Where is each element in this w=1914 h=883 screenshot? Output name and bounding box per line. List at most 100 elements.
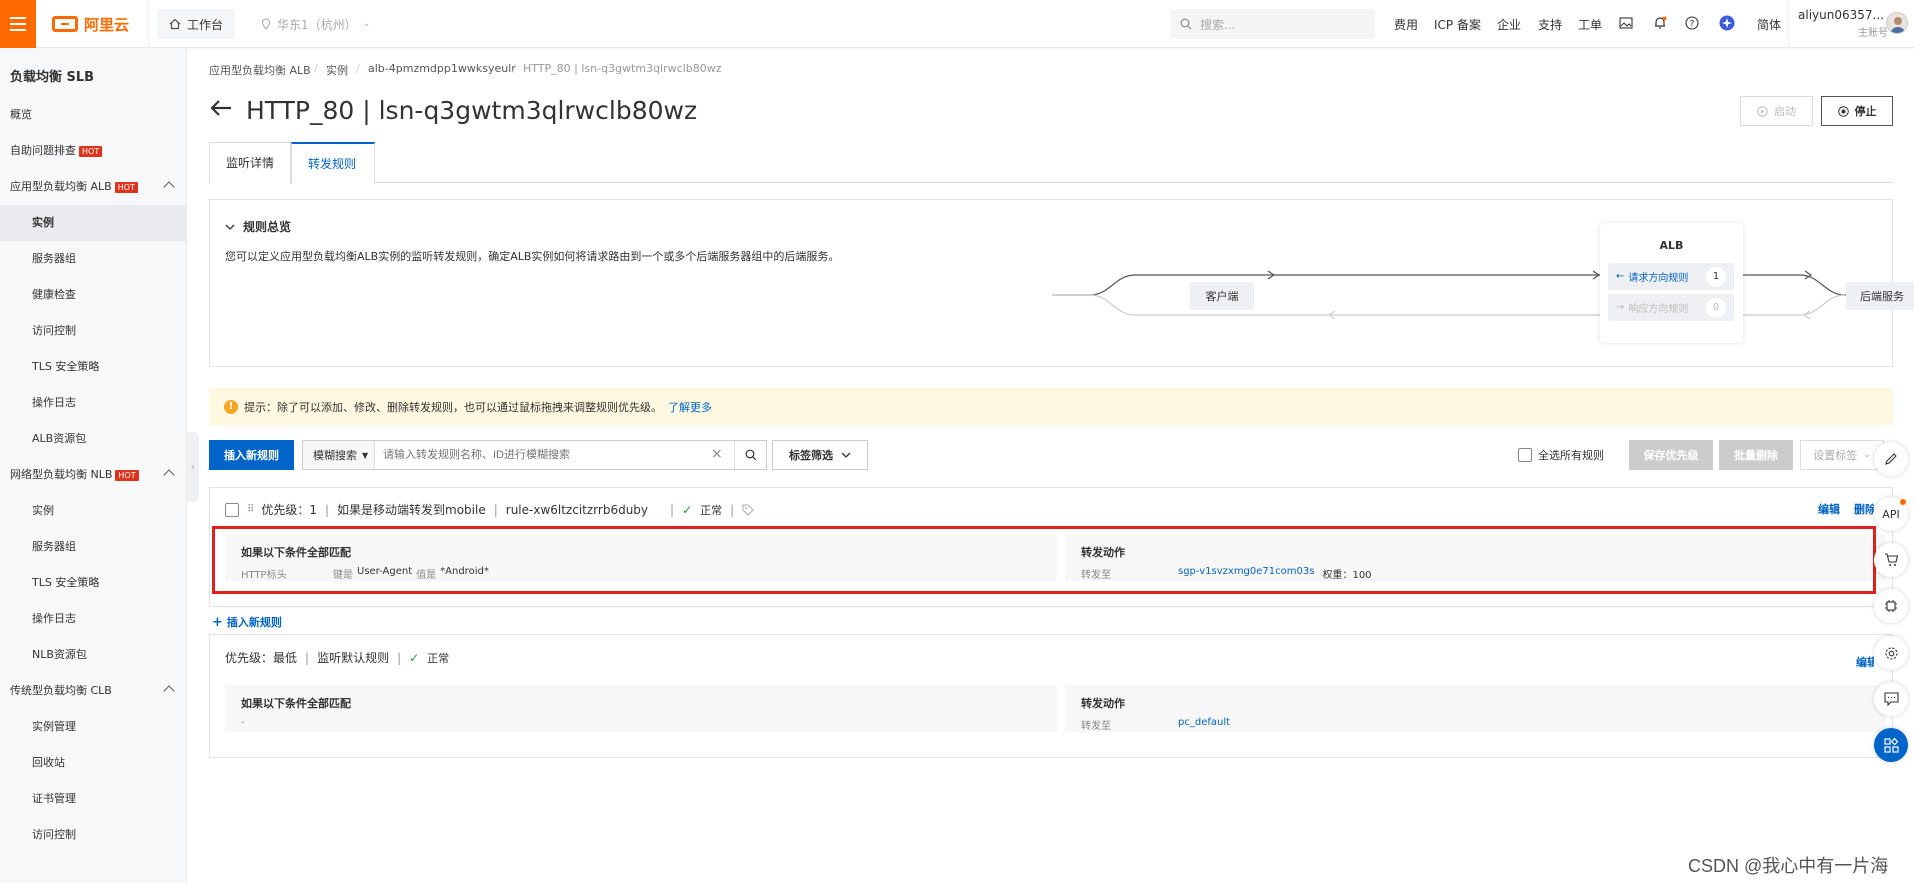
sidebar-item-self-diagnosis[interactable]: 自助问题排查 HOT [0,133,187,169]
stop-button[interactable]: 停止 [1821,96,1893,126]
search-mode-select[interactable]: 模糊搜索 ▼ [303,441,375,469]
menu-button[interactable] [0,0,36,48]
sidebar-item-overview[interactable]: 概览 [0,97,187,133]
learn-more-link[interactable]: 了解更多 [668,399,712,415]
sidebar-item-nlb-package[interactable]: NLB资源包 [0,637,187,673]
insert-rule-label: 插入新规则 [224,449,279,462]
sidebar-item-nlb-server-groups[interactable]: 服务器组 [0,529,187,565]
breadcrumb-separator: / [356,62,360,75]
global-search[interactable]: 搜索... [1170,9,1375,39]
apps-icon[interactable] [1874,728,1908,762]
action-label: 转发至 [1081,721,1111,732]
select-all-rules[interactable]: 全选所有规则 [1518,447,1604,463]
hot-badge: HOT [79,145,103,157]
default-rule-edit-link[interactable]: 编辑 [1856,654,1874,670]
rule-action: 转发动作 转发至 sgp-v1svzxmg0e71com03s 权重：100 [1065,534,1885,581]
rule-priority: 优先级：1 [261,503,317,517]
help-icon[interactable]: ? [1683,14,1701,32]
location-icon [261,18,271,30]
rule-checkbox[interactable] [225,502,239,517]
top-bar: 阿里云 工作台 华东1（杭州） ⌄ 搜索... 费用 ICP 备案 企业 支持 … [0,0,1914,48]
sidebar-item-label: 操作日志 [32,612,76,625]
sidebar-collapse-handle[interactable]: ‹ [187,432,199,502]
condition-key-label: 键是 [333,570,353,581]
insert-rule-button[interactable]: 插入新规则 [209,440,294,470]
sidebar: 负载均衡 SLB 概览 自助问题排查 HOT 应用型负载均衡 ALB HOT 实例 … [0,48,187,883]
rule-edit-link[interactable]: 编辑 [1818,501,1840,517]
icp-link[interactable]: ICP 备案 [1434,16,1481,33]
chat-icon[interactable] [1874,682,1908,716]
sidebar-item-alb-health-check[interactable]: 健康检查 [0,277,187,313]
breadcrumb-instances[interactable]: 实例 [326,62,348,78]
sidebar-item-alb-instances[interactable]: 实例 [0,205,187,241]
sidebar-item-clb-certificates[interactable]: 证书管理 [0,781,187,817]
sidebar-item-nlb-instances[interactable]: 实例 [0,493,187,529]
sidebar-group-clb[interactable]: 传统型负载均衡 CLB [0,673,187,709]
sidebar-item-label: 操作日志 [32,396,76,409]
avatar[interactable] [1886,12,1908,34]
batch-delete-button[interactable]: 批量删除 [1719,440,1793,470]
target-server-group-link[interactable]: sgp-v1svzxmg0e71com03s [1178,566,1314,581]
sidebar-item-alb-tls[interactable]: TLS 安全策略 [0,349,187,385]
target-server-group-link[interactable]: pc_default [1178,717,1230,732]
condition-type: HTTP标头 [241,570,287,581]
sidebar-group-alb[interactable]: 应用型负载均衡 ALB HOT [0,169,187,205]
fee-link[interactable]: 费用 [1394,16,1418,33]
response-rule-pill[interactable]: → 响应方向规则 0 [1608,294,1734,321]
ticket-link[interactable]: 工单 [1578,16,1602,33]
language-link[interactable]: 简体 [1757,16,1781,33]
brand-logo[interactable]: 阿里云 [52,12,129,36]
save-priority-button[interactable]: 保存优先级 [1629,440,1713,470]
request-rule-pill[interactable]: ← 请求方向规则 1 [1608,263,1734,290]
bell-icon[interactable] [1651,14,1669,32]
warning-icon: ! [224,399,238,414]
region-selector[interactable]: 华东1（杭州） ⌄ [253,9,378,39]
drag-handle-icon[interactable]: ⠿ [247,504,254,515]
search-button[interactable] [734,441,767,469]
sidebar-item-clb-recycle-bin[interactable]: 回收站 [0,745,187,781]
sidebar-item-clb-acl[interactable]: 访问控制 [0,817,187,853]
breadcrumb-instance-id[interactable]: alb-4pmzmdpp1wwksyeulr [368,62,516,75]
sidebar-group-nlb[interactable]: 网络型负载均衡 NLB HOT [0,457,187,493]
ai-assistant-icon[interactable] [1718,14,1736,32]
tab-label: 转发规则 [308,157,357,171]
sidebar-item-alb-acl[interactable]: 访问控制 [0,313,187,349]
settings-icon[interactable] [1874,636,1908,670]
user-info[interactable]: aliyun06357... 主账号 [1798,8,1888,39]
insert-rule-link[interactable]: + 插入新规则 [212,614,282,630]
sidebar-item-clb-instances[interactable]: 实例管理 [0,709,187,745]
tag-icon[interactable] [742,504,754,516]
tag-filter-button[interactable]: 标签筛选 [772,440,868,470]
watermark-text: CSDN @我心中有一片海 [1688,856,1889,876]
set-tag-button[interactable]: 设置标签 ⌄ [1800,440,1884,470]
clear-icon[interactable]: × [711,446,723,462]
sidebar-item-nlb-logs[interactable]: 操作日志 [0,601,187,637]
start-button[interactable]: 启动 [1740,96,1813,126]
support-link[interactable]: 支持 [1538,16,1562,33]
rules-overview-panel: 规则总览 您可以定义应用型负载均衡ALB实例的监听转发规则，确定ALB实例如何将… [209,199,1914,367]
rule-id: rule-xw6ltzcitzrrb6duby [505,502,649,517]
tab-forwarding-rules[interactable]: 转发规则 [291,142,375,184]
chip-icon[interactable] [1874,589,1908,623]
back-arrow-icon[interactable] [209,98,233,122]
rule-search-input[interactable] [383,445,703,465]
response-rule-label: 响应方向规则 [1628,304,1689,315]
sidebar-item-alb-package[interactable]: ALB资源包 [0,421,187,457]
sidebar-item-alb-logs[interactable]: 操作日志 [0,385,187,421]
tab-listener-details[interactable]: 监听详情 [209,142,291,183]
rule-delete-link[interactable]: 删除 [1854,501,1874,517]
workbench-button[interactable]: 工作台 [157,9,236,39]
page-title: HTTP_80 | lsn-q3gwtm3qlrwclb80wz [246,96,698,125]
breadcrumb-alb[interactable]: 应用型负载均衡 ALB [209,62,311,78]
enterprise-link[interactable]: 企业 [1497,16,1521,33]
cart-icon[interactable] [1874,543,1908,577]
api-float-button[interactable]: API [1874,497,1908,531]
hot-badge: HOT [114,181,138,193]
condition-row: HTTP标头 键是 User-Agent 值是 *Android* [241,566,489,581]
user-role: 主账号 [1858,28,1888,39]
sidebar-item-alb-server-groups[interactable]: 服务器组 [0,241,187,277]
image-icon[interactable] [1617,14,1635,32]
edit-float-icon[interactable] [1874,442,1908,476]
select-all-checkbox[interactable] [1518,448,1532,462]
sidebar-item-nlb-tls[interactable]: TLS 安全策略 [0,565,187,601]
